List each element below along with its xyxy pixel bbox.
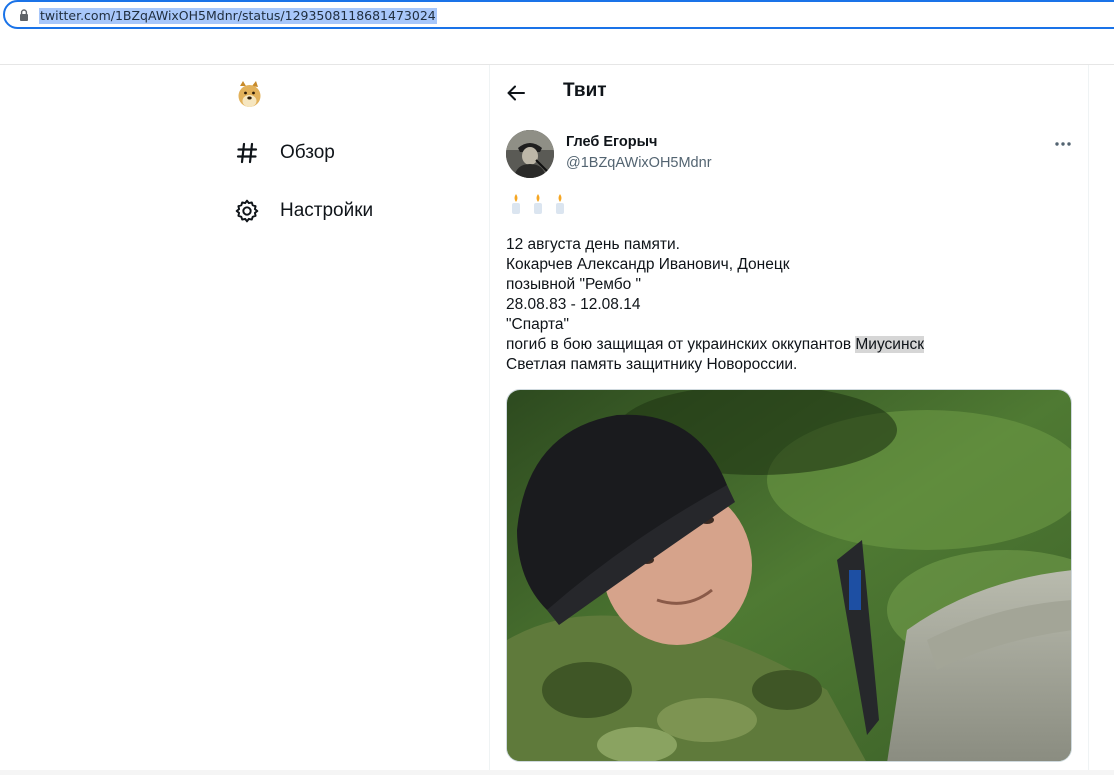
nav-item-label: Обзор: [280, 142, 335, 163]
doge-logo-icon[interactable]: [236, 80, 263, 108]
back-arrow-icon[interactable]: [505, 82, 527, 104]
address-bar[interactable]: twitter.com/1BZqAWixOH5Mdnr/status/12935…: [3, 0, 1114, 29]
tweet-line: 28.08.83 - 12.08.14: [506, 296, 641, 313]
gear-icon: [234, 198, 260, 224]
candle-icon: [534, 194, 542, 214]
hashtag-icon: [234, 140, 260, 166]
tweet-line: Светлая память защитнику Новороссии.: [506, 356, 798, 373]
highlighted-word: Миусинск: [855, 336, 925, 353]
tweet-line: 12 августа день памяти.: [506, 236, 680, 253]
page-title: Твит: [563, 80, 607, 101]
column-border-left: [489, 65, 490, 775]
tweet-line: погиб в бою защищая от украинских оккупа…: [506, 336, 856, 353]
author-name[interactable]: Глеб Егорыч: [566, 134, 657, 150]
candle-icon: [512, 194, 520, 214]
browser-divider: [0, 64, 1114, 65]
nav-item-settings[interactable]: Настройки: [234, 198, 373, 224]
tweet-photo[interactable]: [506, 389, 1072, 762]
nav-item-explore[interactable]: Обзор: [234, 140, 335, 166]
column-border-right: [1088, 65, 1089, 775]
candle-icon: [556, 194, 564, 214]
nav-item-label: Настройки: [280, 200, 374, 221]
author-handle[interactable]: @1BZqAWixOH5Mdnr: [566, 155, 712, 171]
url-text[interactable]: twitter.com/1BZqAWixOH5Mdnr/status/12935…: [39, 8, 437, 24]
lock-icon: [20, 9, 28, 21]
tweet-line: Кокарчев Александр Иванович, Донецк: [506, 256, 790, 273]
candle-emoji-row: [509, 193, 567, 215]
avatar[interactable]: [506, 130, 554, 178]
tweet-line: "Спарта": [506, 316, 570, 333]
tweet-line: позывной "Рембо ": [506, 276, 642, 293]
tweet-text: 12 августа день памяти. Кокарчев Алексан…: [506, 235, 925, 375]
bottom-edge: [0, 770, 1114, 775]
more-options-icon[interactable]: [1052, 136, 1074, 152]
